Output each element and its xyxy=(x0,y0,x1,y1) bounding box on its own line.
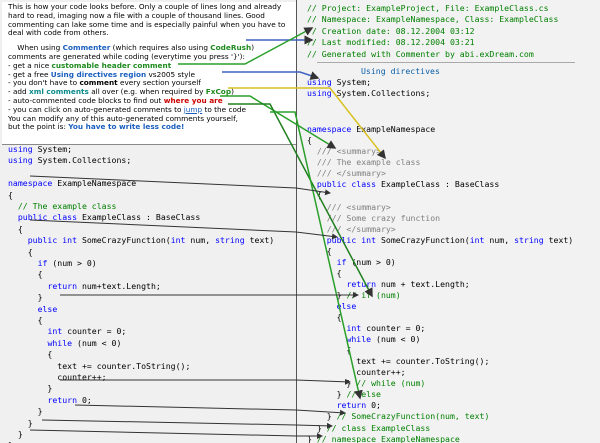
left-code-line: { xyxy=(8,246,33,257)
note-intro: This is how your code looks before. Only… xyxy=(8,2,286,38)
left-code-line: } xyxy=(8,292,43,303)
header-comment-line: // Namespace: ExampleNamespace, Class: E… xyxy=(307,14,559,25)
left-code-line: public int SomeCrazyFunction(int num, st… xyxy=(27,235,275,246)
left-code-line: using System.Collections; xyxy=(8,155,132,166)
after-code-pane: // Project: ExampleProject, File: Exampl… xyxy=(297,0,600,443)
left-code-line: { xyxy=(8,349,53,360)
left-code-line: } xyxy=(8,429,23,439)
explanation-note: This is how your code looks before. Only… xyxy=(2,2,296,145)
left-code-line: counter++; xyxy=(8,372,107,382)
right-code-line: public class ExampleClass : BaseClass xyxy=(316,179,500,190)
left-code-line: else xyxy=(37,303,58,314)
left-code-line: return num+text.Length; xyxy=(47,280,161,291)
left-code-line: { xyxy=(8,269,43,280)
using-directives-region-label[interactable]: Using directives xyxy=(361,66,440,76)
before-code-pane: using System; using System.Collections; na… xyxy=(0,0,296,443)
left-code-line: public class ExampleClass : BaseClass xyxy=(17,212,201,223)
left-code-line: } xyxy=(8,383,53,394)
note-outro2: but the point is: You have to write less… xyxy=(8,122,185,132)
right-code-line: public int SomeCrazyFunction(int num, st… xyxy=(326,234,574,245)
left-code-line: // The example class xyxy=(8,201,117,211)
left-code-line: { xyxy=(8,315,43,325)
header-comment-line: // Generated with Commenter by abi.exDre… xyxy=(307,48,534,59)
left-code-line: } xyxy=(8,406,43,417)
left-code-line: } xyxy=(8,439,13,443)
using-directives-region[interactable] xyxy=(317,62,575,98)
header-comment-line: // Creation date: 08.12.2004 03:12 xyxy=(307,25,475,36)
left-code-line: if (num > 0) xyxy=(37,258,97,268)
left-code-line: { xyxy=(8,189,13,200)
right-code-line: namespace ExampleNamespace xyxy=(307,124,436,135)
left-code-line: } xyxy=(8,417,33,428)
left-code-line: namespace ExampleNamespace xyxy=(8,178,137,189)
left-code-line: int counter = 0; xyxy=(47,326,127,337)
right-code-line: } // namespace ExampleNamespace xyxy=(307,433,460,443)
left-code-line: text += counter.ToString(); xyxy=(8,360,191,371)
left-code-line: return 0; xyxy=(47,394,92,405)
header-comment-line: // Last modified: 08.12.2004 03:21 xyxy=(307,37,475,48)
left-code-line: while (num < 0) xyxy=(47,337,122,348)
header-comment-line: // Project: ExampleProject, File: Exampl… xyxy=(307,3,549,13)
left-code-line: { xyxy=(8,223,23,234)
